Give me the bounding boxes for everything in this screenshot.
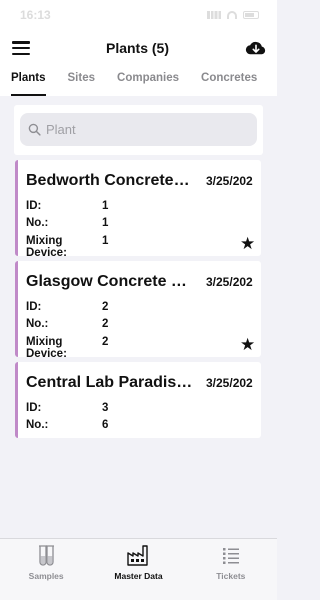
- plant-date: 3/25/202: [206, 275, 253, 289]
- plant-no-row: No.: 6: [26, 419, 109, 431]
- favorite-star-icon[interactable]: ★: [240, 235, 255, 252]
- search-input[interactable]: Plant: [20, 113, 257, 146]
- app-header: Plants (5): [0, 30, 277, 66]
- nav-master-data-label: Master Data: [114, 571, 163, 581]
- tab-bar: Plants Sites Companies Concretes: [0, 66, 277, 96]
- nav-samples[interactable]: Samples: [0, 539, 92, 600]
- signal-icon: [207, 11, 221, 19]
- tab-concretes[interactable]: Concretes: [201, 66, 257, 96]
- search-icon: [28, 123, 41, 136]
- tab-companies[interactable]: Companies: [117, 66, 179, 96]
- wifi-icon: [227, 11, 237, 19]
- plant-no-row: No.: 2: [26, 318, 109, 330]
- plant-mixing-row: Mixing Device: 1: [26, 235, 109, 259]
- nav-samples-label: Samples: [28, 571, 64, 581]
- plant-no-row: No.: 1: [26, 217, 109, 229]
- nav-master-data[interactable]: Master Data: [92, 539, 184, 600]
- plant-mixing-row: Mixing Device: 2: [26, 336, 109, 360]
- plant-id: 1: [102, 200, 109, 212]
- nav-tickets-label: Tickets: [216, 571, 246, 581]
- tab-plants[interactable]: Plants: [11, 66, 46, 96]
- plant-no: 1: [102, 217, 109, 229]
- status-time: 16:13: [20, 8, 51, 22]
- plant-name: Bedworth Concrete Lt...: [26, 172, 194, 189]
- plant-id: 3: [102, 402, 109, 414]
- plant-mixing: 1: [102, 235, 109, 247]
- plant-id-row: ID: 3: [26, 402, 109, 414]
- plant-id-row: ID: 2: [26, 301, 109, 313]
- cloud-download-icon[interactable]: [245, 39, 267, 57]
- test-tubes-icon: [39, 545, 55, 566]
- bottom-nav: Samples Master Data Tickets: [0, 538, 277, 600]
- plant-date: 3/25/202: [206, 174, 253, 188]
- plant-no: 2: [102, 318, 109, 330]
- plant-mixing: 2: [102, 336, 109, 348]
- status-bar: 16:13: [0, 0, 277, 30]
- favorite-star-icon[interactable]: ★: [240, 336, 255, 353]
- plant-id-row: ID: 1: [26, 200, 109, 212]
- hamburger-menu-icon[interactable]: [12, 41, 30, 55]
- search-placeholder: Plant: [46, 122, 76, 137]
- plant-name: Central Lab Paradise...: [26, 374, 194, 391]
- plant-card[interactable]: Glasgow Concrete Ltd... 3/25/202 ID: 2 No…: [15, 261, 261, 360]
- search-container: Plant: [14, 105, 263, 155]
- page-title: Plants (5): [105, 40, 169, 56]
- plant-card[interactable]: Bedworth Concrete Lt... 3/25/202 ID: 1 No…: [15, 160, 261, 259]
- plant-name: Glasgow Concrete Ltd...: [26, 273, 194, 290]
- tab-sites[interactable]: Sites: [68, 66, 96, 96]
- factory-icon: [127, 545, 149, 566]
- plant-no: 6: [102, 419, 109, 431]
- plant-card[interactable]: Central Lab Paradise... 3/25/202 ID: 3 No…: [15, 362, 261, 438]
- list-icon: [222, 548, 239, 564]
- battery-icon: [243, 11, 259, 19]
- plant-date: 3/25/202: [206, 376, 253, 390]
- nav-tickets[interactable]: Tickets: [185, 539, 277, 600]
- plant-id: 2: [102, 301, 109, 313]
